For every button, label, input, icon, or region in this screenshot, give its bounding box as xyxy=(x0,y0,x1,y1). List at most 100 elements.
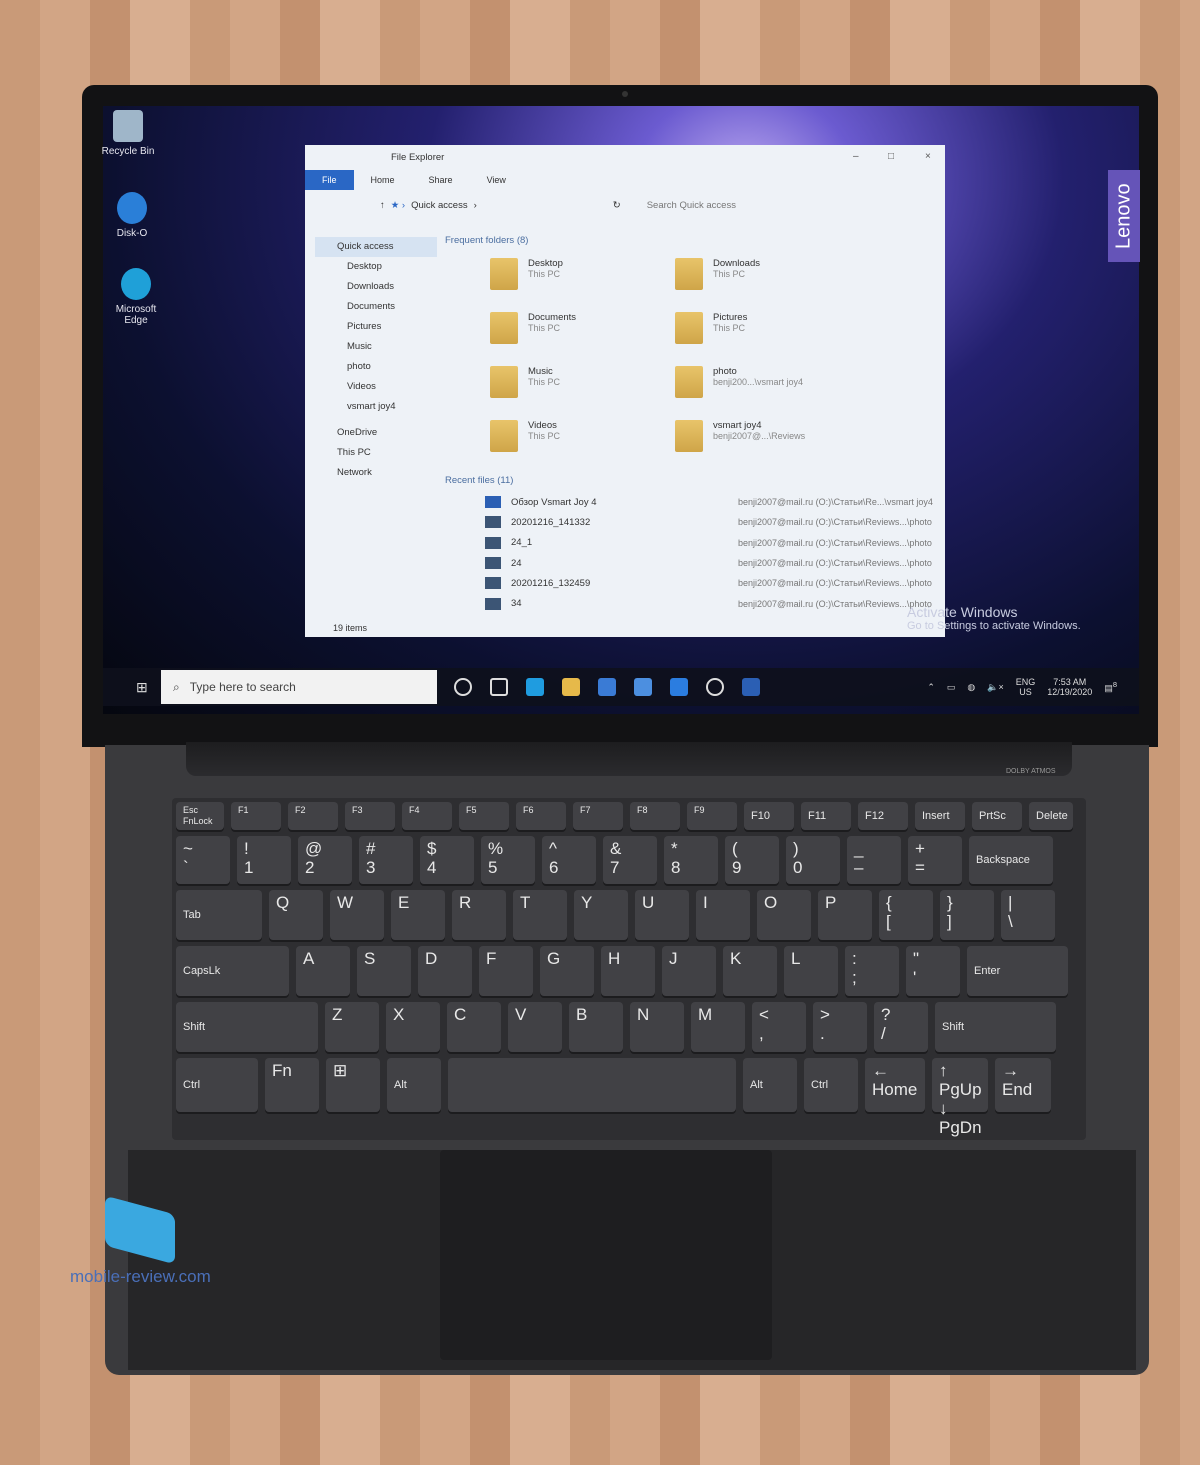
key-ctrl[interactable]: Ctrl xyxy=(176,1058,258,1112)
nav-item[interactable]: vsmart joy4 xyxy=(315,397,437,417)
start-button[interactable]: ⊞ xyxy=(136,679,148,696)
key-[interactable]: ? / xyxy=(874,1002,928,1052)
clock[interactable]: 7:53 AM 12/19/2020 xyxy=(1047,677,1092,697)
key-k[interactable]: K xyxy=(723,946,777,996)
language-indicator[interactable]: ENG US xyxy=(1016,677,1036,697)
key-a[interactable]: A xyxy=(296,946,350,996)
recent-file-row[interactable]: 20201216_132459 benji2007@mail.ru (O:)\Ст… xyxy=(485,573,935,593)
refresh-icon[interactable]: ↻ xyxy=(613,200,621,211)
key-[interactable]: { [ xyxy=(879,890,933,940)
key-f2[interactable]: F2 xyxy=(288,802,338,830)
key-[interactable]: | \ xyxy=(1001,890,1055,940)
key-e[interactable]: E xyxy=(391,890,445,940)
key-f3[interactable]: F3 xyxy=(345,802,395,830)
notification-icon[interactable]: ▤8 xyxy=(1104,680,1117,694)
task-view-icon[interactable] xyxy=(490,678,508,696)
key-f7[interactable]: F7 xyxy=(573,802,623,830)
frequent-folders-header[interactable]: Frequent folders (8) xyxy=(445,230,935,252)
minimize-button[interactable]: – xyxy=(853,151,859,162)
key-shift[interactable]: Shift xyxy=(176,1002,318,1052)
key-2[interactable]: @ 2 xyxy=(298,836,352,884)
key-f1[interactable]: F1 xyxy=(231,802,281,830)
nav-item[interactable]: photo xyxy=(315,357,437,377)
nav-item[interactable]: Quick access xyxy=(315,237,437,257)
desktop-icon-edge[interactable]: Microsoft Edge xyxy=(106,268,166,326)
touchpad[interactable] xyxy=(440,1150,772,1360)
key-shift[interactable]: Shift xyxy=(935,1002,1056,1052)
key-w[interactable]: W xyxy=(330,890,384,940)
nav-item[interactable]: Music xyxy=(315,337,437,357)
search-input[interactable]: Search Quick access xyxy=(647,200,736,211)
key-n[interactable]: N xyxy=(630,1002,684,1052)
file-explorer-icon[interactable] xyxy=(562,678,580,696)
maximize-button[interactable]: □ xyxy=(888,151,894,162)
folder-item[interactable]: vsmart joy4 benji2007@...\Reviews xyxy=(675,420,860,458)
l-app-icon[interactable] xyxy=(670,678,688,696)
key-[interactable]: > . xyxy=(813,1002,867,1052)
key-9[interactable]: ( 9 xyxy=(725,836,779,884)
key-f6[interactable]: F6 xyxy=(516,802,566,830)
desktop-icon-recycle-bin[interactable]: Recycle Bin xyxy=(98,110,158,157)
key-pgdn[interactable]: ↑ PgUp ↓ PgDn xyxy=(932,1058,988,1137)
key-j[interactable]: J xyxy=(662,946,716,996)
key-0[interactable]: ) 0 xyxy=(786,836,840,884)
taskbar-search[interactable]: ⌕ Type here to search xyxy=(161,670,437,704)
key-z[interactable]: Z xyxy=(325,1002,379,1052)
key-x[interactable]: X xyxy=(386,1002,440,1052)
network-icon[interactable]: ◍ xyxy=(967,682,975,693)
cortana-icon[interactable] xyxy=(454,678,472,696)
key-[interactable]: + = xyxy=(908,836,962,884)
folder-item[interactable]: Pictures This PC xyxy=(675,312,860,350)
folder-item[interactable]: Downloads This PC xyxy=(675,258,860,296)
key-h[interactable]: H xyxy=(601,946,655,996)
key-r[interactable]: R xyxy=(452,890,506,940)
nav-item[interactable]: Desktop xyxy=(315,257,437,277)
desktop-icon-disk-o[interactable]: Disk-O xyxy=(102,192,162,239)
key-d[interactable]: D xyxy=(418,946,472,996)
key-f5[interactable]: F5 xyxy=(459,802,509,830)
key-f12[interactable]: F12 xyxy=(858,802,908,830)
folder-item[interactable]: Documents This PC xyxy=(490,312,675,350)
key-tab[interactable]: Tab xyxy=(176,890,262,940)
address-bar[interactable]: ↑ ★ › Quick access › ↻ Search Quick access xyxy=(305,190,945,220)
key-[interactable]: } ] xyxy=(940,890,994,940)
key-alt[interactable]: Alt xyxy=(387,1058,441,1112)
key-5[interactable]: % 5 xyxy=(481,836,535,884)
key-6[interactable]: ^ 6 xyxy=(542,836,596,884)
edge-icon[interactable] xyxy=(526,678,544,696)
key-f9[interactable]: F9 xyxy=(687,802,737,830)
key-u[interactable]: U xyxy=(635,890,689,940)
folder-item[interactable]: Videos This PC xyxy=(490,420,675,458)
key-t[interactable]: T xyxy=(513,890,567,940)
word-icon[interactable] xyxy=(742,678,760,696)
key-[interactable]: ~ ` xyxy=(176,836,230,884)
folder-item[interactable]: Desktop This PC xyxy=(490,258,675,296)
key-o[interactable]: O xyxy=(757,890,811,940)
folder-item[interactable]: Music This PC xyxy=(490,366,675,404)
nav-item[interactable]: OneDrive xyxy=(315,423,437,443)
key-7[interactable]: & 7 xyxy=(603,836,657,884)
key-s[interactable]: S xyxy=(357,946,411,996)
key-enter[interactable]: Enter xyxy=(967,946,1068,996)
tab-share[interactable]: Share xyxy=(412,170,470,190)
folder-item[interactable]: photo benji200...\vsmart joy4 xyxy=(675,366,860,404)
close-button[interactable]: × xyxy=(925,151,931,162)
key-3[interactable]: # 3 xyxy=(359,836,413,884)
battery-icon[interactable]: ▭ xyxy=(947,682,956,693)
key-q[interactable]: Q xyxy=(269,890,323,940)
key-l[interactable]: L xyxy=(784,946,838,996)
key-end[interactable]: → End xyxy=(995,1058,1051,1112)
key-c[interactable]: C xyxy=(447,1002,501,1052)
key-p[interactable]: P xyxy=(818,890,872,940)
address-path[interactable]: Quick access xyxy=(411,200,468,211)
recent-files-header[interactable]: Recent files (11) xyxy=(445,470,935,492)
key-insert[interactable]: Insert xyxy=(915,802,965,830)
key-b[interactable]: B xyxy=(569,1002,623,1052)
key-f11[interactable]: F11 xyxy=(801,802,851,830)
nav-item[interactable]: Network xyxy=(315,463,437,483)
key-[interactable]: ⊞ xyxy=(326,1058,380,1112)
key-capslk[interactable]: CapsLk xyxy=(176,946,289,996)
key-1[interactable]: ! 1 xyxy=(237,836,291,884)
tab-file[interactable]: File xyxy=(305,170,354,190)
key-f[interactable]: F xyxy=(479,946,533,996)
